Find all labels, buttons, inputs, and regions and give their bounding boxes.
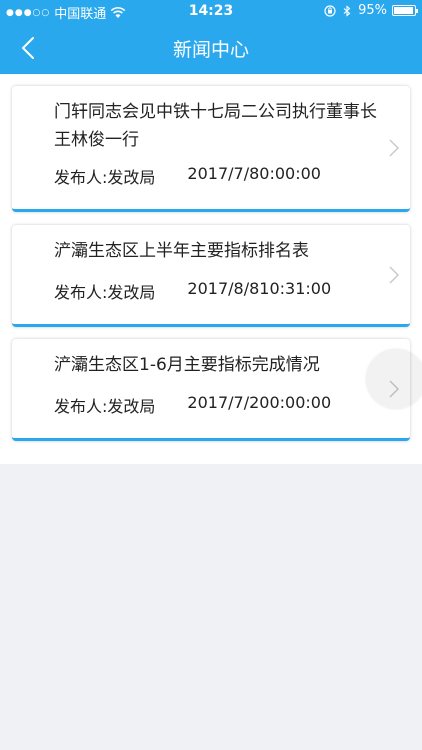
bluetooth-icon [343,4,351,17]
news-publisher: 发布人:发改局 [54,168,156,187]
news-meta: 发布人:发改局 2017/7/80:00:00 [54,164,321,188]
battery-icon [392,5,418,16]
news-item[interactable]: 浐灞生态区1-6月主要指标完成情况 发布人:发改局 2017/7/200:00:… [12,339,410,441]
news-title: 浐灞生态区1-6月主要指标完成情况 [54,355,320,375]
chevron-right-icon [389,139,399,157]
status-right: 95% [324,3,418,18]
news-meta: 发布人:发改局 2017/7/200:00:00 [54,393,331,417]
news-date: 2017/7/200:00:00 [187,393,332,412]
news-publisher: 发布人:发改局 [54,397,156,416]
chevron-right-icon [389,266,399,284]
news-meta: 发布人:发改局 2017/8/810:31:00 [54,279,331,303]
battery-percent: 95% [358,3,387,18]
news-date: 2017/7/80:00:00 [187,164,321,183]
status-bar: ●●●○○ 中国联通 14:23 95% [0,0,422,22]
battery-fill [394,7,413,14]
page-title: 新闻中心 [172,39,249,61]
news-date: 2017/8/810:31:00 [187,279,332,298]
news-item[interactable]: 门轩同志会见中铁十七局二公司执行董事长王林俊一行 发布人:发改局 2017/7/… [12,86,410,212]
nav-bar: 新闻中心 [0,22,422,74]
rotation-lock-icon [324,4,336,17]
header: ●●●○○ 中国联通 14:23 95% 新闻中心 [0,0,422,74]
news-title: 门轩同志会见中铁十七局二公司执行董事长王林俊一行 [54,102,377,150]
assistive-touch-button[interactable] [366,349,422,409]
news-item[interactable]: 浐灞生态区上半年主要指标排名表 发布人:发改局 2017/8/810:31:00 [12,225,410,327]
news-publisher: 发布人:发改局 [54,283,156,302]
news-list: 门轩同志会见中铁十七局二公司执行董事长王林俊一行 发布人:发改局 2017/7/… [0,74,422,464]
news-title: 浐灞生态区上半年主要指标排名表 [54,241,309,261]
